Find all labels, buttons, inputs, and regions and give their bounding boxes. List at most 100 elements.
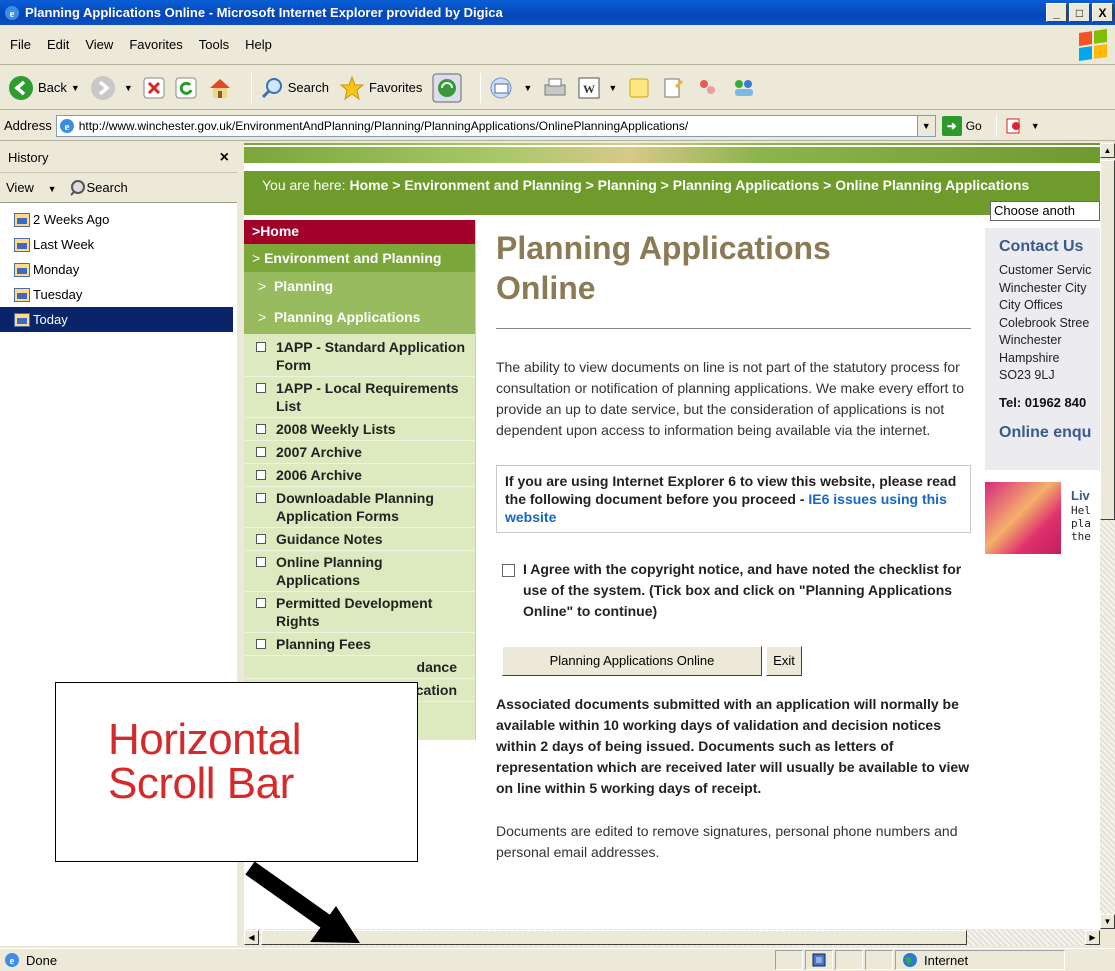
search-button[interactable]: Search: [260, 76, 329, 100]
exit-button[interactable]: Exit: [766, 646, 802, 676]
nav-item-online-planning[interactable]: Online Planning Applications: [244, 551, 475, 592]
svg-text:e: e: [10, 8, 15, 20]
history-item-monday[interactable]: Monday: [0, 257, 237, 282]
breadcrumb-environment[interactable]: Environment and Planning: [404, 177, 581, 193]
nav-item-guidance-notes[interactable]: Guidance Notes: [244, 528, 475, 551]
status-pane: [775, 950, 803, 970]
history-item-last-week[interactable]: Last Week: [0, 232, 237, 257]
contact-line: Winchester: [999, 333, 1062, 347]
menu-view[interactable]: View: [85, 37, 113, 52]
svg-text:e: e: [10, 955, 15, 967]
address-input[interactable]: e http://www.winchester.gov.uk/Environme…: [55, 114, 936, 137]
vertical-scroll-thumb[interactable]: [1100, 160, 1115, 520]
agree-text: I Agree with the copyright notice, and h…: [523, 561, 962, 619]
refresh-icon[interactable]: [175, 77, 197, 99]
promo-title: Liv: [1071, 488, 1090, 503]
menu-edit[interactable]: Edit: [47, 37, 69, 52]
breadcrumb-home[interactable]: Home: [349, 177, 388, 193]
favorites-button[interactable]: Favorites: [339, 75, 422, 101]
history-item-label: Last Week: [33, 237, 95, 252]
breadcrumb-prefix: You are here:: [262, 177, 350, 193]
breadcrumb-planning-applications[interactable]: Planning Applications: [673, 177, 820, 193]
vertical-scrollbar[interactable]: ▲ ▼: [1100, 143, 1115, 929]
nav-item-2006-archive[interactable]: 2006 Archive: [244, 464, 475, 487]
home-icon[interactable]: [207, 76, 233, 100]
menu-file[interactable]: File: [10, 37, 31, 52]
close-button[interactable]: X: [1092, 3, 1113, 22]
scroll-right-icon[interactable]: ▶: [1085, 930, 1100, 945]
menu-tools[interactable]: Tools: [199, 37, 229, 52]
nav-item-permitted-development[interactable]: Permitted Development Rights: [244, 592, 475, 633]
contact-line: City Offices: [999, 298, 1063, 312]
breadcrumb-planning[interactable]: Planning: [598, 177, 657, 193]
nav-home[interactable]: >Home: [244, 220, 475, 244]
go-button[interactable]: ➜ Go: [941, 115, 982, 136]
media-icon[interactable]: [432, 73, 462, 103]
nav-item-downloadable-forms[interactable]: Downloadable Planning Application Forms: [244, 487, 475, 528]
nav-item-label: Online Planning Applications: [276, 554, 383, 588]
planning-applications-online-button[interactable]: Planning Applications Online: [502, 646, 762, 676]
menu-favorites[interactable]: Favorites: [129, 37, 182, 52]
history-item-label: Monday: [33, 262, 80, 277]
promo-line: Hel: [1071, 504, 1091, 517]
search-icon: [261, 77, 282, 98]
maximize-button[interactable]: □: [1069, 3, 1090, 22]
nav-item-2008-weekly[interactable]: 2008 Weekly Lists: [244, 418, 475, 441]
search-icon[interactable]: [69, 179, 87, 197]
research-icon[interactable]: [661, 76, 685, 100]
bullet-box: [256, 639, 266, 649]
favorites-star-icon: [339, 75, 365, 100]
history-view-button[interactable]: View ▼: [6, 180, 63, 195]
menu-bar: File Edit View Favorites Tools Help: [0, 25, 1115, 65]
nav-item-1app-local[interactable]: 1APP - Local Requirements List: [244, 377, 475, 418]
menu-help[interactable]: Help: [245, 37, 272, 52]
nav-item-1app-standard[interactable]: 1APP - Standard Application Form: [244, 334, 475, 377]
contact-line: Winchester City: [999, 280, 1087, 295]
history-item-today[interactable]: Today: [0, 307, 233, 332]
contact-heading: Contact Us: [999, 238, 1084, 255]
online-enquiry-link[interactable]: Online enqu: [999, 424, 1091, 442]
breadcrumb-separator: >: [656, 177, 673, 193]
promo-banner[interactable]: Liv Hel pla the: [985, 482, 1100, 554]
stop-icon[interactable]: [143, 77, 165, 99]
horizontal-scroll-thumb[interactable]: [261, 930, 967, 945]
history-item-label: Tuesday: [33, 287, 83, 302]
scroll-up-icon[interactable]: ▲: [1100, 143, 1115, 158]
address-dropdown-icon[interactable]: ▼: [916, 115, 935, 136]
links-icon[interactable]: [1005, 116, 1027, 136]
messenger-icon[interactable]: [695, 76, 721, 100]
print-icon[interactable]: [542, 76, 568, 100]
nav-planning[interactable]: > Planning: [244, 272, 475, 303]
bullet-box: [256, 557, 266, 567]
contacts-icon[interactable]: [731, 76, 757, 100]
contact-telephone: Tel: 01962 840: [999, 394, 1087, 410]
minimize-button[interactable]: _: [1046, 3, 1067, 22]
scroll-down-icon[interactable]: ▼: [1100, 914, 1115, 929]
contact-line: Hampshire: [999, 350, 1060, 365]
breadcrumb: You are here: Home > Environment and Pla…: [244, 171, 1100, 221]
scroll-left-icon[interactable]: ◀: [244, 930, 259, 945]
forward-button[interactable]: ▼: [90, 75, 133, 101]
agree-checkbox[interactable]: [502, 564, 515, 577]
discuss-icon[interactable]: [627, 76, 651, 100]
nav-item-label: Planning Fees: [276, 636, 371, 652]
history-search-label[interactable]: Search: [87, 180, 128, 195]
mail-button[interactable]: ▼: [489, 76, 532, 100]
choose-section-select[interactable]: Choose anoth: [990, 201, 1100, 221]
history-item-tuesday[interactable]: Tuesday: [0, 282, 237, 307]
history-close-button[interactable]: ×: [220, 149, 229, 167]
nav-item-planning-fees[interactable]: Planning Fees: [244, 633, 475, 656]
forward-arrow-icon: [90, 75, 115, 100]
nav-environment-and-planning[interactable]: > Environment and Planning: [244, 244, 475, 272]
nav-item-guidance-partial[interactable]: dance: [244, 656, 475, 679]
contact-line: SO23 9LJ: [999, 368, 1055, 382]
edit-button[interactable]: W ▼: [578, 77, 617, 99]
nav-planning-applications[interactable]: > Planning Applications: [244, 303, 475, 334]
history-title: History: [8, 150, 49, 165]
horizontal-scrollbar[interactable]: ◀ ▶: [244, 929, 1100, 946]
back-button[interactable]: Back ▼: [8, 75, 80, 101]
nav-label: Planning: [273, 278, 334, 294]
nav-item-2007-archive[interactable]: 2007 Archive: [244, 441, 475, 464]
history-item-2-weeks-ago[interactable]: 2 Weeks Ago: [0, 207, 237, 232]
site-banner: [244, 143, 1100, 163]
